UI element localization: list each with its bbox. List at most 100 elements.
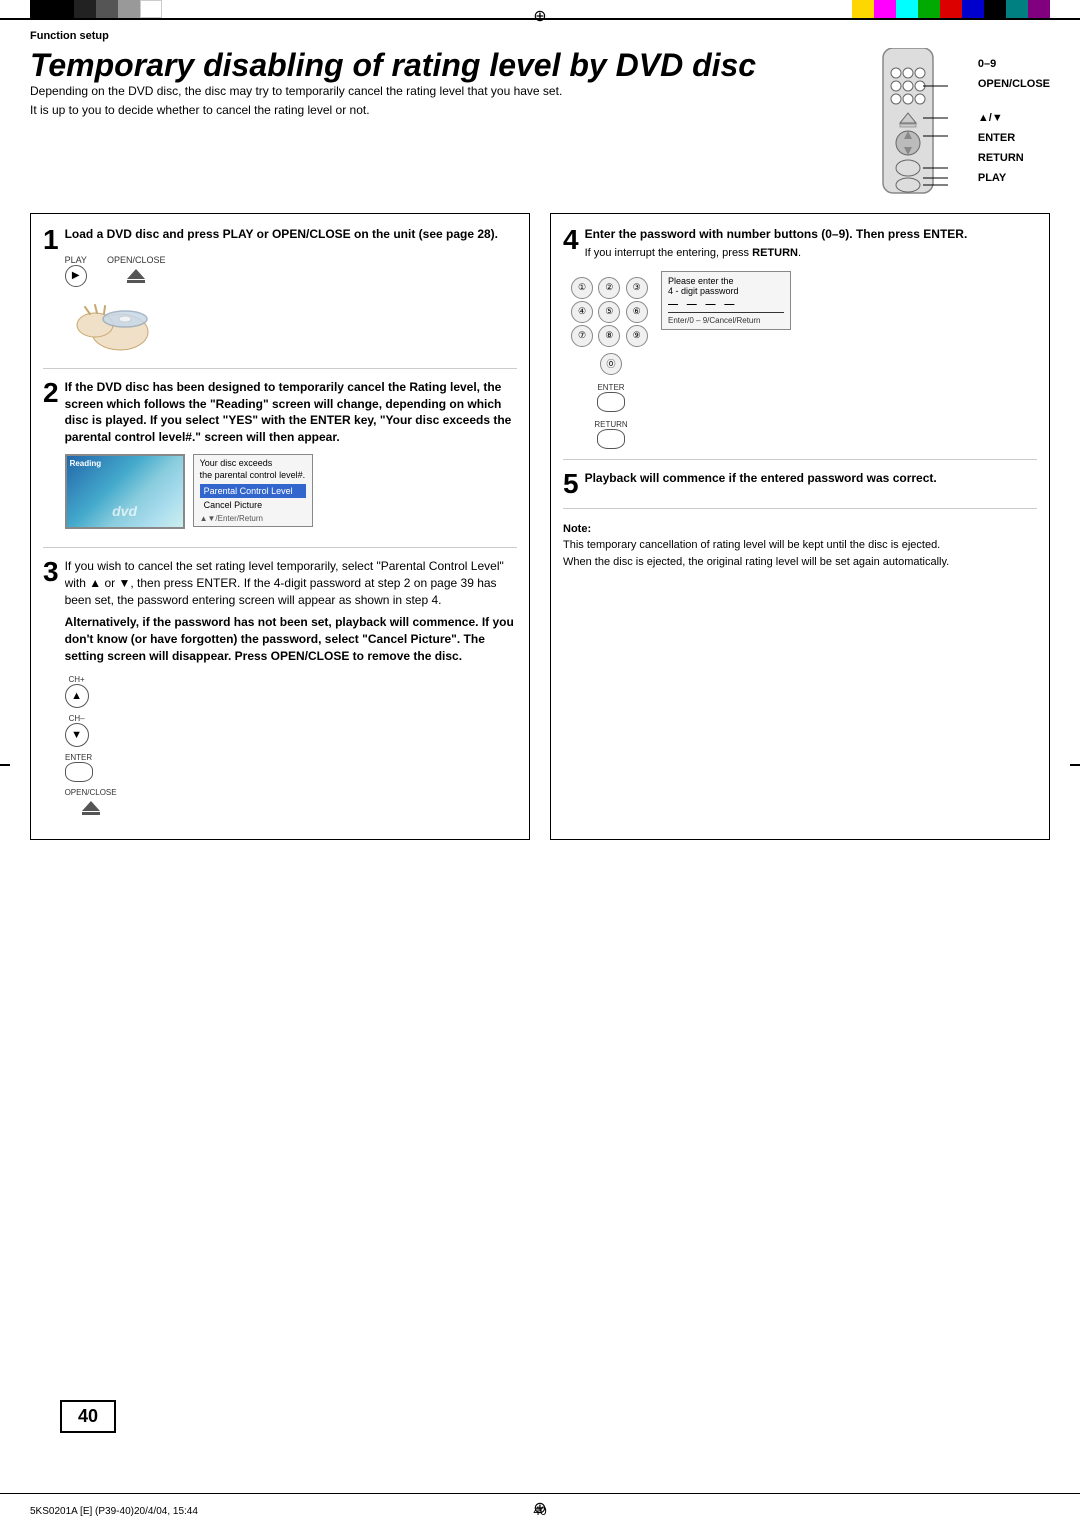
color-block-lgray: [118, 0, 140, 18]
remote-svg: [868, 48, 948, 198]
step4-interrupt-text: If you interrupt the entering, press: [585, 247, 749, 259]
password-screen: Please enter the 4 - digit password — — …: [661, 271, 791, 330]
openclose-button-icon: OPEN/CLOSE: [107, 255, 166, 287]
color-block-black2: [52, 0, 74, 18]
step4-enter-oval: [597, 392, 625, 412]
menu-arrows: ▲▼/Enter/Return: [200, 514, 306, 523]
color-block-black3: [984, 0, 1006, 18]
openclose-button-step3: OPEN/CLOSE: [65, 788, 117, 819]
remote-label-play: PLAY: [978, 172, 1050, 184]
remote-diagram: 0–9 OPEN/CLOSE ▲/▼ ENTER RETURN PLAY: [868, 48, 1050, 201]
num-btn-9: ⑨: [626, 325, 648, 347]
enter-button-step3: ENTER: [65, 753, 93, 782]
page-number-box: 40: [60, 1400, 116, 1433]
ch-down-circle: ▼: [65, 723, 89, 747]
play-label: PLAY: [65, 255, 87, 265]
margin-mark-left: [0, 764, 10, 766]
step3-text1: If you wish to cancel the set rating lev…: [65, 558, 517, 608]
step2-screen-image: Reading dvd Your disc exceeds the parent…: [65, 454, 517, 529]
tv-screen: Reading dvd: [65, 454, 185, 529]
remote-label-openclose: OPEN/CLOSE: [978, 78, 1050, 90]
num-btn-4: ④: [571, 301, 593, 323]
color-block-red: [940, 0, 962, 18]
step1-number: 1: [43, 226, 59, 254]
step2-number: 2: [43, 379, 59, 407]
openclose-label: OPEN/CLOSE: [107, 255, 166, 265]
page-title: Temporary disabling of rating level by D…: [30, 48, 868, 83]
openclose-eject-step3: [80, 797, 102, 819]
color-block-white: [140, 0, 162, 18]
enter-oval-step3: [65, 762, 93, 782]
password-line1: Please enter the: [668, 276, 784, 286]
step4-number: 4: [563, 226, 579, 254]
page-content: Function setup Temporary disabling of ra…: [30, 22, 1050, 1488]
step2-text: If the DVD disc has been designed to tem…: [65, 379, 517, 446]
footer-right: 20/4/04, 15:44: [134, 1506, 198, 1517]
remote-label-updown: ▲/▼: [978, 112, 1050, 124]
ch-up-circle: ▲: [65, 684, 89, 708]
step4-return-label: RETURN: [752, 247, 798, 259]
tv-screen-label: Reading: [70, 459, 102, 468]
remote-label-enter: ENTER: [978, 132, 1050, 144]
title-section: Temporary disabling of rating level by D…: [30, 48, 1050, 201]
right-column: 4 Enter the password with number buttons…: [550, 213, 1050, 840]
subtitle-line1: Depending on the DVD disc, the disc may …: [30, 83, 868, 100]
color-block-black1: [30, 0, 52, 18]
num-btn-1: ①: [571, 277, 593, 299]
screen-menu-box: Your disc exceeds the parental control l…: [193, 454, 313, 527]
step4-enter-label: ENTER: [597, 383, 624, 392]
step2-divider: [43, 547, 517, 548]
num-btn-8: ⑧: [598, 325, 620, 347]
title-text: Temporary disabling of rating level by D…: [30, 47, 756, 83]
step2-content: If the DVD disc has been designed to tem…: [65, 379, 517, 537]
num-btn-2: ②: [598, 277, 620, 299]
menu-title: Your disc exceeds: [200, 458, 306, 468]
subtitle-line2: It is up to you to decide whether to can…: [30, 102, 868, 119]
footer-left: 5KS0201A [E] (P39-40): [30, 1506, 134, 1517]
ch-up-label: CH+: [68, 675, 84, 684]
step5: 5 Playback will commence if the entered …: [563, 470, 1037, 498]
step5-number: 5: [563, 470, 579, 498]
note-label: Note:: [563, 523, 591, 535]
step4-return-btn-label: RETURN: [594, 420, 627, 429]
step2: 2 If the DVD disc has been designed to t…: [43, 379, 517, 537]
color-block-teal: [1006, 0, 1028, 18]
bottom-bar: 5KS0201A [E] (P39-40) ⊕ 40 20/4/04, 15:4…: [0, 1493, 1080, 1528]
step4: 4 Enter the password with number buttons…: [563, 226, 1037, 449]
menu-subtitle: the parental control level#.: [200, 470, 306, 480]
step4-text: Enter the password with number buttons (…: [585, 226, 968, 243]
password-line2: 4 - digit password: [668, 286, 784, 296]
color-block-purple: [1028, 0, 1050, 18]
note-line1: This temporary cancellation of rating le…: [563, 537, 1037, 554]
footer-center: 40: [533, 1504, 546, 1518]
step5-content: Playback will commence if the entered pa…: [585, 470, 937, 487]
password-dashes: — — — —: [668, 299, 784, 313]
num-btn-3: ③: [626, 277, 648, 299]
step3: 3 If you wish to cancel the set rating l…: [43, 558, 517, 819]
color-block-yellow: [852, 0, 874, 18]
remote-labels: 0–9 OPEN/CLOSE ▲/▼ ENTER RETURN PLAY: [978, 58, 1050, 184]
color-block-green: [918, 0, 940, 18]
menu-item2: Cancel Picture: [200, 498, 306, 512]
top-line: [0, 18, 1080, 20]
left-column: 1 Load a DVD disc and press PLAY or OPEN…: [30, 213, 530, 840]
color-block-cyan: [896, 0, 918, 18]
remote-label-09: 0–9: [978, 58, 1050, 70]
remote-label-return: RETURN: [978, 152, 1050, 164]
step4-divider: [563, 459, 1037, 460]
margin-mark-right: [1070, 764, 1080, 766]
tv-screen-dvd: dvd: [112, 503, 137, 519]
color-block-dark: [74, 0, 96, 18]
openclose-label-step3: OPEN/CLOSE: [65, 788, 117, 797]
step1-divider: [43, 368, 517, 369]
disc-illustration: [65, 297, 155, 352]
enter-label-step3: ENTER: [65, 753, 92, 762]
color-block-magenta: [874, 0, 896, 18]
step5-divider: [563, 508, 1037, 509]
ch-down-label: CH–: [69, 714, 85, 723]
step5-row: 5 Playback will commence if the entered …: [563, 470, 1037, 498]
num-buttons-grid: ① ② ③ ④ ⑤ ⑥ ⑦ ⑧ ⑨: [571, 277, 651, 347]
step1-content: Load a DVD disc and press PLAY or OPEN/C…: [65, 226, 498, 358]
step5-text: Playback will commence if the entered pa…: [585, 470, 937, 487]
num-btn-0: ⓪: [600, 353, 622, 375]
